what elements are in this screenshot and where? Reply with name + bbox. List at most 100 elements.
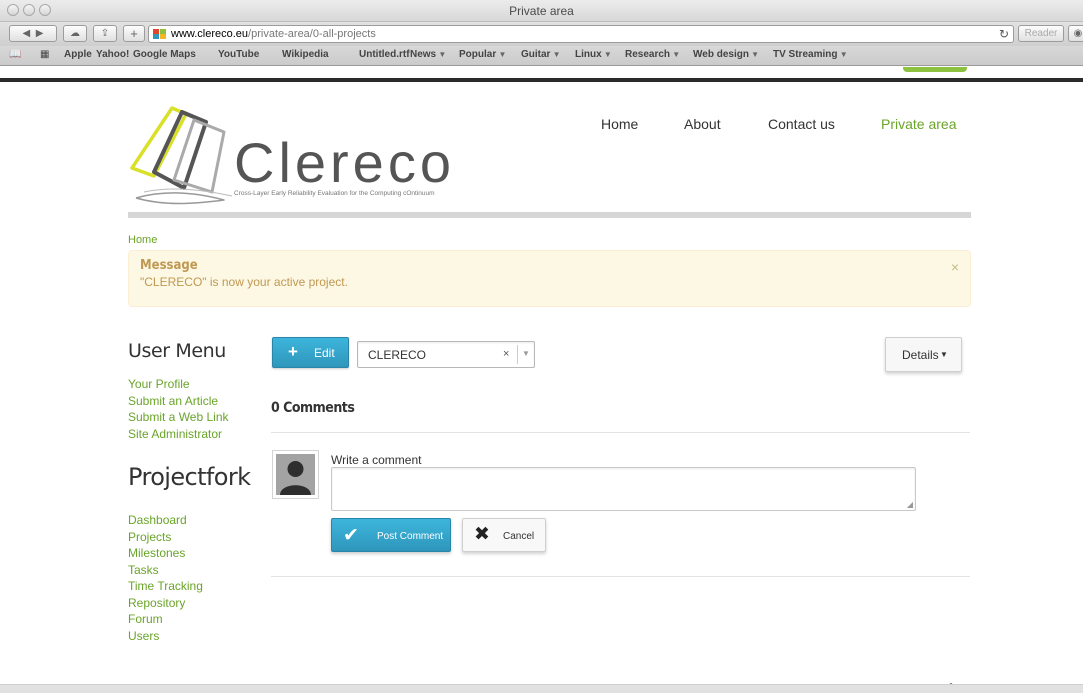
page-footer-strip: [0, 684, 1083, 693]
alert-title: Message: [140, 258, 198, 273]
bookmark-yahoo[interactable]: Yahoo!: [96, 49, 129, 60]
address-bar[interactable]: www.clereco.eu/private-area/0-all-projec…: [148, 25, 1014, 43]
site-favicon-icon: [153, 29, 166, 39]
project-select[interactable]: CLERECO × ▼: [357, 341, 535, 368]
chevron-down-icon[interactable]: ▼: [522, 349, 530, 358]
bookmark-research[interactable]: Research ▼: [625, 49, 680, 60]
download-icon: ◉: [1073, 28, 1083, 39]
bookmark-popular[interactable]: Popular ▼: [459, 49, 506, 60]
chevron-down-icon: ▼: [496, 50, 507, 59]
sidebar-item-tasks[interactable]: Tasks: [128, 562, 203, 579]
back-icon[interactable]: ◀: [23, 28, 31, 39]
dotted-divider: [128, 212, 971, 218]
bookmark-web-design[interactable]: Web design ▼: [693, 49, 759, 60]
user-menu-list: Your Profile Submit an Article Submit a …: [128, 376, 229, 442]
close-icon: ✖: [474, 524, 490, 545]
window-title: Private area: [509, 4, 574, 18]
resize-grip-icon[interactable]: ◢: [907, 500, 913, 509]
bookmark-label: Google Maps: [133, 49, 196, 60]
bookmark-label: TV Streaming: [773, 49, 838, 60]
alert-text: "CLERECO" is now your active project.: [140, 275, 348, 289]
nav-home[interactable]: Home: [601, 116, 638, 132]
plus-icon: +: [288, 342, 298, 361]
close-icon[interactable]: ×: [951, 259, 959, 275]
cloud-icon: ☁: [70, 28, 80, 39]
bookmark-label: Wikipedia: [282, 49, 329, 60]
sidebar-item-forum[interactable]: Forum: [128, 611, 203, 628]
chevron-down-icon: ▼: [550, 50, 561, 59]
details-button[interactable]: Details ▼: [885, 337, 962, 372]
breadcrumb[interactable]: Home: [128, 234, 157, 246]
chevron-down-icon: ▼: [837, 50, 848, 59]
nav-about[interactable]: About: [684, 116, 721, 132]
url-text[interactable]: www.clereco.eu/private-area/0-all-projec…: [171, 28, 376, 40]
bookmark-label: Guitar: [521, 49, 551, 60]
sidebar-item-milestones[interactable]: Milestones: [128, 545, 203, 562]
sidebar-item-users[interactable]: Users: [128, 628, 203, 645]
sidebar-item-submit-article[interactable]: Submit an Article: [128, 393, 229, 410]
user-menu-title: User Menu: [128, 340, 226, 362]
bookmark-label: Apple: [64, 49, 92, 60]
plus-icon: +: [130, 26, 138, 41]
sidebar-item-projects[interactable]: Projects: [128, 529, 203, 546]
bookmark-google-maps[interactable]: Google Maps: [133, 49, 196, 60]
bookmark-label: Research: [625, 49, 671, 60]
downloads-button[interactable]: ◉: [1068, 25, 1083, 42]
check-icon: ✔: [343, 525, 359, 546]
post-comment-label: Post Comment: [377, 531, 444, 542]
sidebar-item-site-administrator[interactable]: Site Administrator: [128, 426, 229, 443]
edit-button-label: Edit: [314, 346, 335, 360]
icloud-tabs-button[interactable]: ☁: [63, 25, 87, 42]
bookmark-news[interactable]: News ▼: [410, 49, 446, 60]
url-path: /private-area/0-all-projects: [248, 28, 376, 40]
sidebar-item-your-profile[interactable]: Your Profile: [128, 376, 229, 393]
post-comment-button[interactable]: ✔ Post Comment: [331, 518, 451, 552]
logo-tagline: Cross-Layer Early Reliability Evaluation…: [234, 190, 435, 197]
clereco-logo[interactable]: Clereco Cross-Layer Early Reliability Ev…: [124, 100, 504, 208]
forward-icon[interactable]: ▶: [36, 28, 44, 39]
bookmark-youtube[interactable]: YouTube: [218, 49, 259, 60]
bookmark-untitled-rtf[interactable]: Untitled.rtf: [359, 49, 410, 60]
bookmark-wikipedia[interactable]: Wikipedia: [282, 49, 329, 60]
details-button-label: Details: [902, 348, 939, 362]
share-button[interactable]: ⇪: [93, 25, 117, 42]
projectfork-title: Projectfork: [128, 463, 251, 491]
share-icon: ⇪: [100, 28, 110, 39]
clear-selection-icon[interactable]: ×: [503, 348, 509, 360]
sidebar-item-repository[interactable]: Repository: [128, 595, 203, 612]
chevron-down-icon: ▼: [670, 50, 681, 59]
back-forward-buttons[interactable]: ◀ ▶: [9, 25, 57, 42]
new-tab-button[interactable]: +: [123, 25, 145, 42]
comments-heading: 0 Comments: [271, 400, 355, 416]
header-divider: [0, 78, 1083, 82]
reader-button[interactable]: Reader: [1018, 25, 1064, 42]
bookmark-label: Linux: [575, 49, 602, 60]
bookmark-linux[interactable]: Linux ▼: [575, 49, 612, 60]
user-silhouette-icon: [276, 454, 315, 495]
sidebar-item-submit-web-link[interactable]: Submit a Web Link: [128, 409, 229, 426]
bookmark-tv-streaming[interactable]: TV Streaming ▼: [773, 49, 848, 60]
comments-divider-top: [271, 432, 970, 433]
nav-contact-us[interactable]: Contact us: [768, 116, 835, 132]
logo-text: Clereco: [234, 131, 455, 194]
reload-icon[interactable]: ↻: [999, 27, 1009, 41]
nav-private-area[interactable]: Private area: [881, 116, 956, 132]
message-alert: Message "CLERECO" is now your active pro…: [128, 250, 971, 307]
bookmark-label: Web design: [693, 49, 749, 60]
top-sites-icon[interactable]: ▦: [40, 49, 49, 60]
top-green-tab[interactable]: [903, 67, 967, 72]
reading-list-icon[interactable]: 📖: [9, 49, 21, 60]
cancel-label: Cancel: [503, 531, 535, 542]
sidebar-item-dashboard[interactable]: Dashboard: [128, 512, 203, 529]
cancel-button[interactable]: ✖ Cancel: [462, 518, 546, 552]
window-titlebar: Private area: [0, 0, 1083, 22]
comment-textarea[interactable]: ◢: [331, 467, 916, 511]
bookmark-apple[interactable]: Apple: [64, 49, 92, 60]
url-domain: www.clereco.eu: [171, 28, 249, 40]
chevron-down-icon: ▼: [601, 50, 612, 59]
edit-button[interactable]: + Edit: [272, 337, 349, 368]
sidebar-item-time-tracking[interactable]: Time Tracking: [128, 578, 203, 595]
avatar: [272, 450, 319, 499]
bookmark-label: Yahoo!: [96, 49, 130, 60]
bookmark-guitar[interactable]: Guitar ▼: [521, 49, 561, 60]
